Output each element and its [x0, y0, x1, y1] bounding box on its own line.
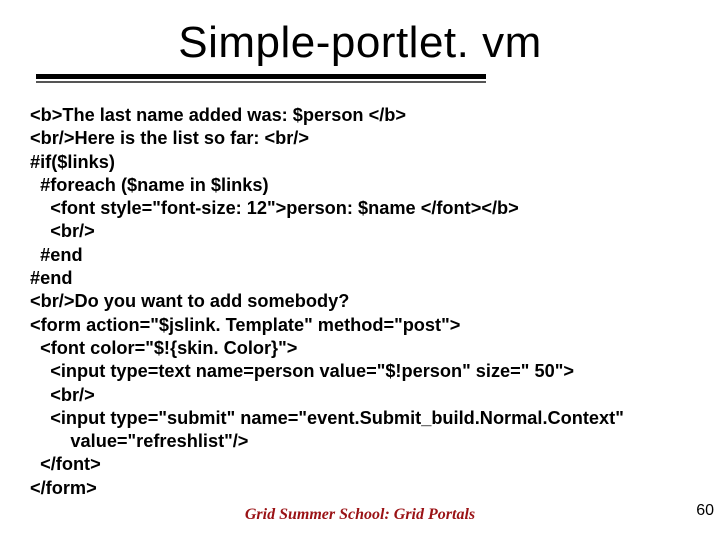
code-block: <b>The last name added was: $person </b>… — [30, 104, 690, 500]
footer-text: Grid Summer School: Grid Portals — [0, 506, 720, 524]
page-number: 60 — [696, 502, 714, 520]
slide-title: Simple-portlet. vm — [0, 18, 720, 68]
title-rule — [36, 74, 486, 83]
slide: Simple-portlet. vm <b>The last name adde… — [0, 0, 720, 540]
